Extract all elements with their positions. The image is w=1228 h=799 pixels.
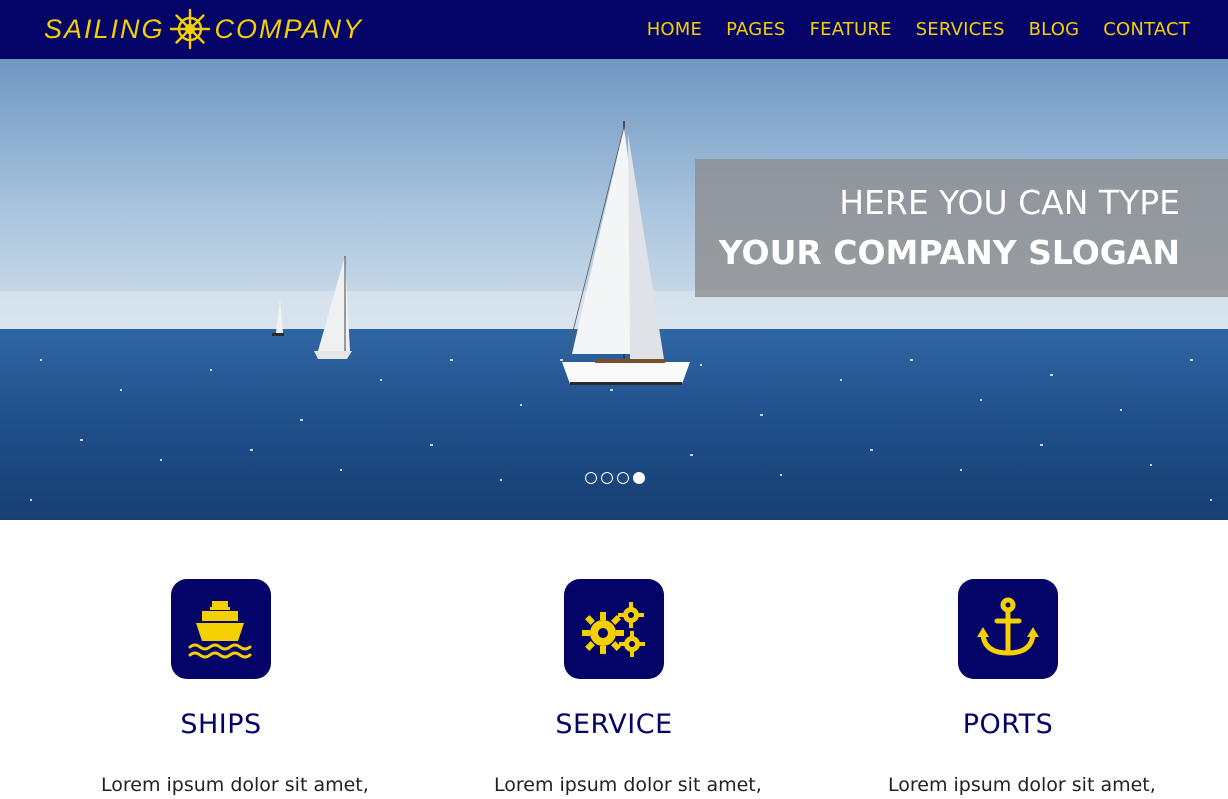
slider-dot-4-active[interactable] [633, 472, 645, 484]
nav-contact[interactable]: CONTACT [1103, 19, 1190, 40]
slogan-line-1: HERE YOU CAN TYPE [839, 183, 1180, 222]
feature-service: SERVICE Lorem ipsum dolor sit amet, [494, 579, 762, 799]
nav-services[interactable]: SERVICES [916, 19, 1005, 40]
feature-title: SHIPS [180, 709, 262, 740]
feature-text: Lorem ipsum dolor sit amet, [888, 774, 1156, 796]
feature-icon-box [564, 579, 664, 679]
slogan-line-2: YOUR COMPANY SLOGAN [718, 233, 1180, 272]
brand-left: SAILING [44, 13, 165, 44]
feature-ships: SHIPS Lorem ipsum dolor sit amet, [101, 579, 369, 799]
slider-dot-1[interactable] [585, 472, 597, 484]
ship-icon [188, 601, 252, 659]
feature-text: Lorem ipsum dolor sit amet, [101, 774, 369, 796]
feature-title: SERVICE [555, 709, 673, 740]
nav-pages[interactable]: PAGES [726, 19, 785, 40]
ship-wheel-icon [169, 8, 210, 50]
brand-logo[interactable]: SAILING COMPANY [44, 8, 363, 50]
site-header: SAILING COMPANY HOME PAGES FEATURE SERVI… [0, 0, 1228, 59]
gears-icon [582, 602, 645, 657]
hero-slider: HERE YOU CAN TYPE YOUR COMPANY SLOGAN [0, 59, 1228, 520]
feature-ports: PORTS Lorem ipsum dolor sit amet, [888, 579, 1156, 799]
brand-right: COMPANY [214, 13, 364, 44]
feature-title: PORTS [962, 709, 1054, 740]
feature-icon-box [171, 579, 271, 679]
slogan-box: HERE YOU CAN TYPE YOUR COMPANY SLOGAN [695, 159, 1228, 297]
nav-feature[interactable]: FEATURE [810, 19, 892, 40]
slider-dot-2[interactable] [601, 472, 613, 484]
feature-icon-box [958, 579, 1058, 679]
slider-dots [585, 472, 645, 484]
nav-blog[interactable]: BLOG [1029, 19, 1080, 40]
main-nav: HOME PAGES FEATURE SERVICES BLOG CONTACT [647, 0, 1190, 59]
nav-home[interactable]: HOME [647, 19, 702, 40]
anchor-icon [977, 597, 1039, 656]
feature-text: Lorem ipsum dolor sit amet, [494, 774, 762, 796]
slider-dot-3[interactable] [617, 472, 629, 484]
